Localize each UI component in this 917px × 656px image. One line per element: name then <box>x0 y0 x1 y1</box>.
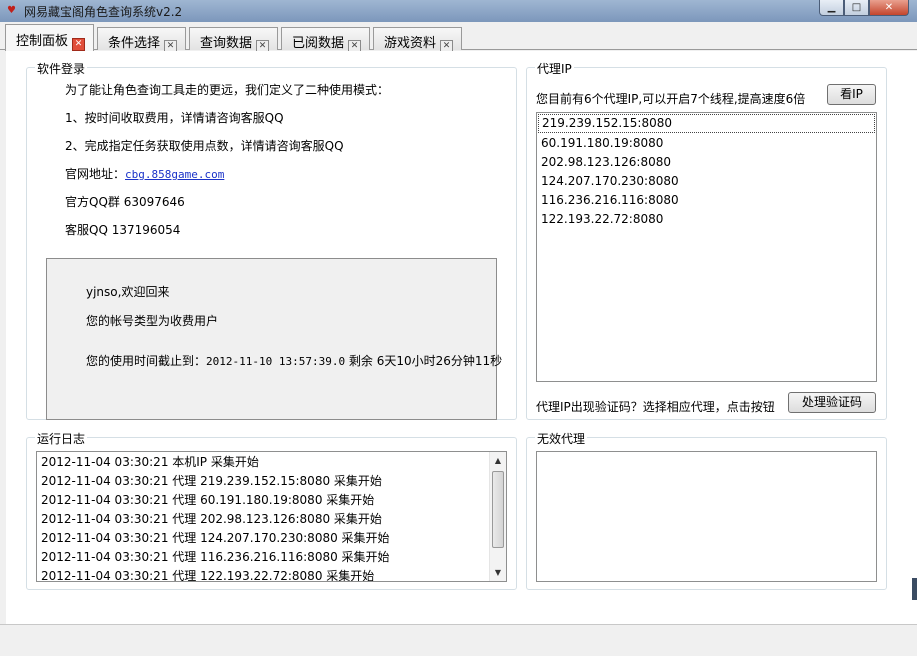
log-entry: 2012-11-04 03:30:21 代理 124.207.170.230:8… <box>41 531 390 545</box>
remaining-time: 剩余 6天10小时26分钟11秒 <box>348 354 503 368</box>
log-entry: 2012-11-04 03:30:21 代理 219.239.152.15:80… <box>41 474 382 488</box>
support-qq-text: 客服QQ 137196054 <box>65 223 181 237</box>
website-label: 官网地址： <box>65 167 126 181</box>
proxy-ip-list[interactable]: 219.239.152.15:8080 60.191.180.19:8080 2… <box>536 112 877 382</box>
tab-control-panel[interactable]: 控制面板 ✕ <box>5 24 95 51</box>
scroll-down-arrow-icon[interactable]: ▼ <box>490 564 506 581</box>
tab-close-icon[interactable]: ✕ <box>72 38 86 51</box>
intro-text: 为了能让角色查询工具走的更远，我们定义了二种使用模式： <box>65 83 390 97</box>
handle-captcha-button[interactable]: 处理验证码 <box>788 392 876 413</box>
proxy-ip-label: 代理IP <box>535 60 574 77</box>
welcome-panel: yjnso,欢迎回来 您的帐号类型为收费用户 您的使用时间截止到：2012-11… <box>46 258 502 420</box>
list-item[interactable]: 202.98.123.126:8080 <box>537 153 876 172</box>
list-item[interactable]: 60.191.180.19:8080 <box>537 134 876 153</box>
tab-label: 条件选择 <box>108 36 161 51</box>
tab-read-data[interactable]: 已阅数据 ✕ <box>281 27 371 53</box>
list-item[interactable]: 124.207.170.230:8080 <box>537 172 876 191</box>
tab-condition-select[interactable]: 条件选择 ✕ <box>97 27 187 53</box>
expiry-row: 您的使用时间截止到：2012-11-10 13:57:39.0 剩余 6天10小… <box>86 352 502 369</box>
proxy-ip-group: 代理IP 您目前有6个代理IP,可以开启7个线程,提高速度6倍 看IP 219.… <box>526 60 887 420</box>
background-window-edge <box>912 578 917 600</box>
website-link[interactable]: cbg.858game.com <box>125 168 224 181</box>
tab-label: 游戏资料 <box>384 36 437 51</box>
log-entry: 2012-11-04 03:30:21 代理 122.193.22.72:808… <box>41 569 375 582</box>
run-log-group: 运行日志 2012-11-04 03:30:21 本机IP 采集开始 2012-… <box>26 430 517 590</box>
software-login-group: 软件登录 为了能让角色查询工具走的更远，我们定义了二种使用模式： 1、按时间收取… <box>26 60 517 420</box>
run-log-label: 运行日志 <box>35 430 88 447</box>
mode2-text: 2、完成指定任务获取使用点数，详情请咨询客服QQ <box>65 139 344 153</box>
list-item[interactable]: 122.193.22.72:8080 <box>537 210 876 229</box>
close-button[interactable]: ✕ <box>869 0 909 16</box>
control-panel: 软件登录 为了能让角色查询工具走的更远，我们定义了二种使用模式： 1、按时间收取… <box>6 51 917 624</box>
view-ip-button[interactable]: 看IP <box>827 84 876 105</box>
tab-label: 已阅数据 <box>292 36 345 51</box>
log-scrollbar[interactable]: ▲ ▼ <box>489 452 506 581</box>
software-login-label: 软件登录 <box>35 60 88 77</box>
title-bar: ♥ 网易藏宝阁角色查询系统v2.2 ▁ □ ✕ <box>0 0 917 22</box>
maximize-button[interactable]: □ <box>844 0 869 16</box>
expiry-value: 2012-11-10 13:57:39.0 <box>206 355 346 368</box>
account-type-text: 您的帐号类型为收费用户 <box>86 314 219 328</box>
website-row: 官网地址：cbg.858game.com <box>65 165 224 182</box>
scroll-thumb[interactable] <box>492 471 504 548</box>
log-entry: 2012-11-04 03:30:21 代理 116.236.216.116:8… <box>41 550 390 564</box>
window-title: 网易藏宝阁角色查询系统v2.2 <box>24 5 183 19</box>
tab-bar: 控制面板 ✕ 条件选择 ✕ 查询数据 ✕ 已阅数据 ✕ 游戏资料 ✕ <box>0 24 917 53</box>
tab-label: 查询数据 <box>200 36 253 51</box>
mode1-text: 1、按时间收取费用，详情请咨询客服QQ <box>65 111 284 125</box>
captcha-hint-text: 代理IP出现验证码？选择相应代理，点击按钮 <box>536 400 775 414</box>
scroll-up-arrow-icon[interactable]: ▲ <box>490 452 506 469</box>
app-icon: ♥ <box>7 5 16 16</box>
expiry-label: 您的使用时间截止到： <box>86 354 207 368</box>
welcome-greeting: yjnso,欢迎回来 <box>86 285 170 299</box>
minimize-button[interactable]: ▁ <box>819 0 844 16</box>
log-entry: 2012-11-04 03:30:21 代理 60.191.180.19:808… <box>41 493 375 507</box>
list-item[interactable]: 116.236.216.116:8080 <box>537 191 876 210</box>
invalid-proxy-label: 无效代理 <box>535 430 588 447</box>
status-bar <box>0 624 917 656</box>
invalid-proxy-group: 无效代理 <box>526 430 887 590</box>
tab-game-info[interactable]: 游戏资料 ✕ <box>373 27 463 53</box>
log-entry: 2012-11-04 03:30:21 代理 202.98.123.126:80… <box>41 512 382 526</box>
proxy-info-text: 您目前有6个代理IP,可以开启7个线程,提高速度6倍 <box>536 92 806 106</box>
run-log-list[interactable]: 2012-11-04 03:30:21 本机IP 采集开始 2012-11-04… <box>36 451 507 582</box>
invalid-proxy-list[interactable] <box>536 451 877 582</box>
tab-query-data[interactable]: 查询数据 ✕ <box>189 27 279 53</box>
list-item[interactable]: 219.239.152.15:8080 <box>538 114 875 133</box>
qq-group-text: 官方QQ群 63097646 <box>65 195 185 209</box>
tab-label: 控制面板 <box>16 34 69 49</box>
log-entry: 2012-11-04 03:30:21 本机IP 采集开始 <box>41 455 259 469</box>
